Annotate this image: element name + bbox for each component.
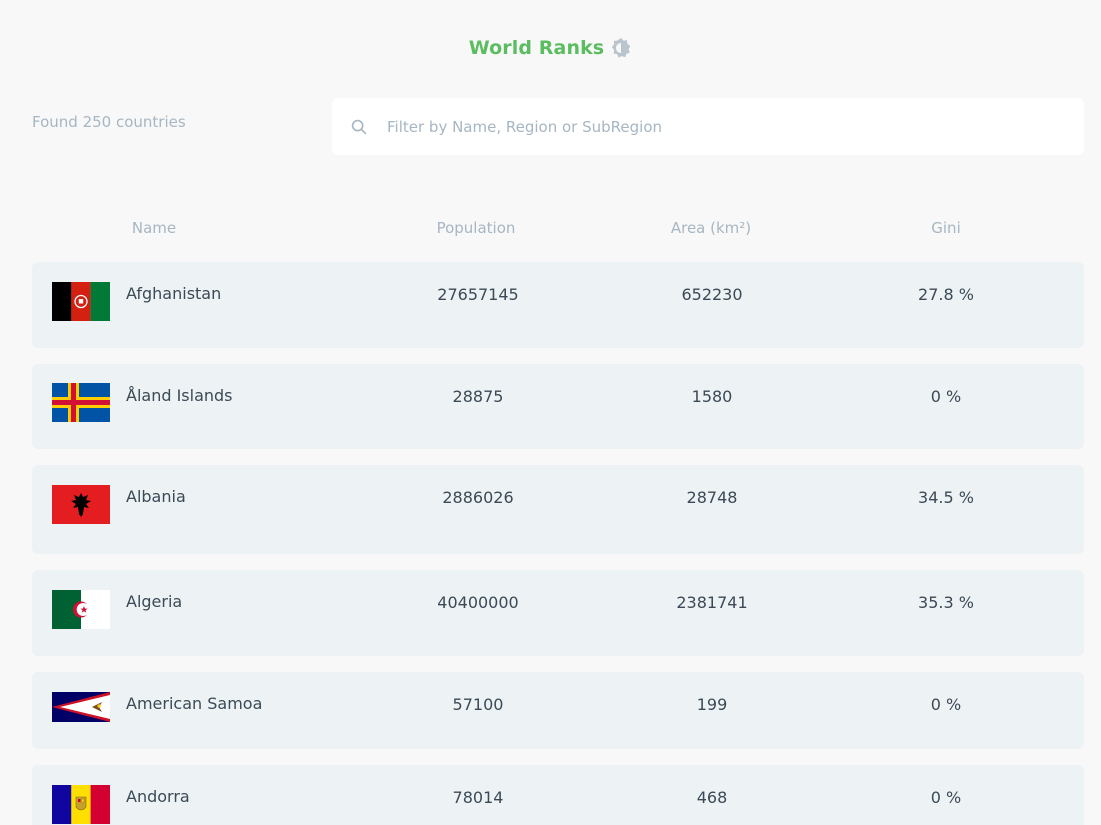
- population-value: 28875: [452, 387, 504, 406]
- app-header: World Ranks: [0, 37, 1101, 59]
- aland-islands-flag-icon: [52, 383, 110, 422]
- gini-value: 0 %: [930, 387, 962, 406]
- area-value: 652230: [681, 285, 743, 304]
- search-icon: [348, 116, 370, 138]
- column-header-gini[interactable]: Gini: [866, 219, 1026, 237]
- country-name: Åland Islands: [126, 386, 233, 405]
- table-row[interactable]: American Samoa 57100 199 0 %: [32, 672, 1084, 749]
- population-value: 78014: [452, 788, 504, 807]
- country-name: Albania: [126, 487, 186, 506]
- search-input[interactable]: [387, 98, 1067, 155]
- gini-value: 35.3 %: [918, 593, 974, 612]
- country-name: Algeria: [126, 592, 183, 611]
- country-name: Afghanistan: [126, 284, 222, 303]
- gini-value: 34.5 %: [918, 488, 974, 507]
- afghanistan-flag-icon: [52, 282, 110, 321]
- albania-flag-icon: [52, 485, 110, 524]
- area-value: 1580: [691, 387, 733, 406]
- search-box[interactable]: [332, 98, 1084, 155]
- algeria-flag-icon: [52, 590, 110, 629]
- gini-value: 0 %: [930, 695, 962, 714]
- area-value: 468: [696, 788, 728, 807]
- contrast-icon[interactable]: [610, 37, 632, 59]
- population-value: 2886026: [442, 488, 514, 507]
- table-row[interactable]: Åland Islands 28875 1580 0 %: [32, 364, 1084, 449]
- population-value: 40400000: [437, 593, 519, 612]
- area-value: 28748: [686, 488, 738, 507]
- country-name: American Samoa: [126, 694, 263, 713]
- country-name: Andorra: [126, 787, 190, 806]
- population-value: 27657145: [437, 285, 519, 304]
- andorra-flag-icon: [52, 785, 110, 824]
- column-header-name[interactable]: Name: [104, 219, 204, 237]
- column-header-population[interactable]: Population: [396, 219, 556, 237]
- gini-value: 27.8 %: [918, 285, 974, 304]
- app-title[interactable]: World Ranks: [469, 37, 604, 59]
- gini-value: 0 %: [930, 788, 962, 807]
- area-value: 2381741: [676, 593, 748, 612]
- population-value: 57100: [452, 695, 504, 714]
- results-count: Found 250 countries: [32, 113, 186, 131]
- column-header-area[interactable]: Area (km²): [631, 219, 791, 237]
- table-row[interactable]: Albania 2886026 28748 34.5 %: [32, 465, 1084, 554]
- area-value: 199: [696, 695, 728, 714]
- table-row[interactable]: Afghanistan 27657145 652230 27.8 %: [32, 262, 1084, 348]
- table-row[interactable]: Algeria 40400000 2381741 35.3 %: [32, 570, 1084, 656]
- american-samoa-flag-icon: [52, 692, 110, 722]
- table-row[interactable]: Andorra 78014 468 0 %: [32, 765, 1084, 825]
- world-ranks-page: World Ranks Found 250 countries Name Pop…: [0, 0, 1101, 825]
